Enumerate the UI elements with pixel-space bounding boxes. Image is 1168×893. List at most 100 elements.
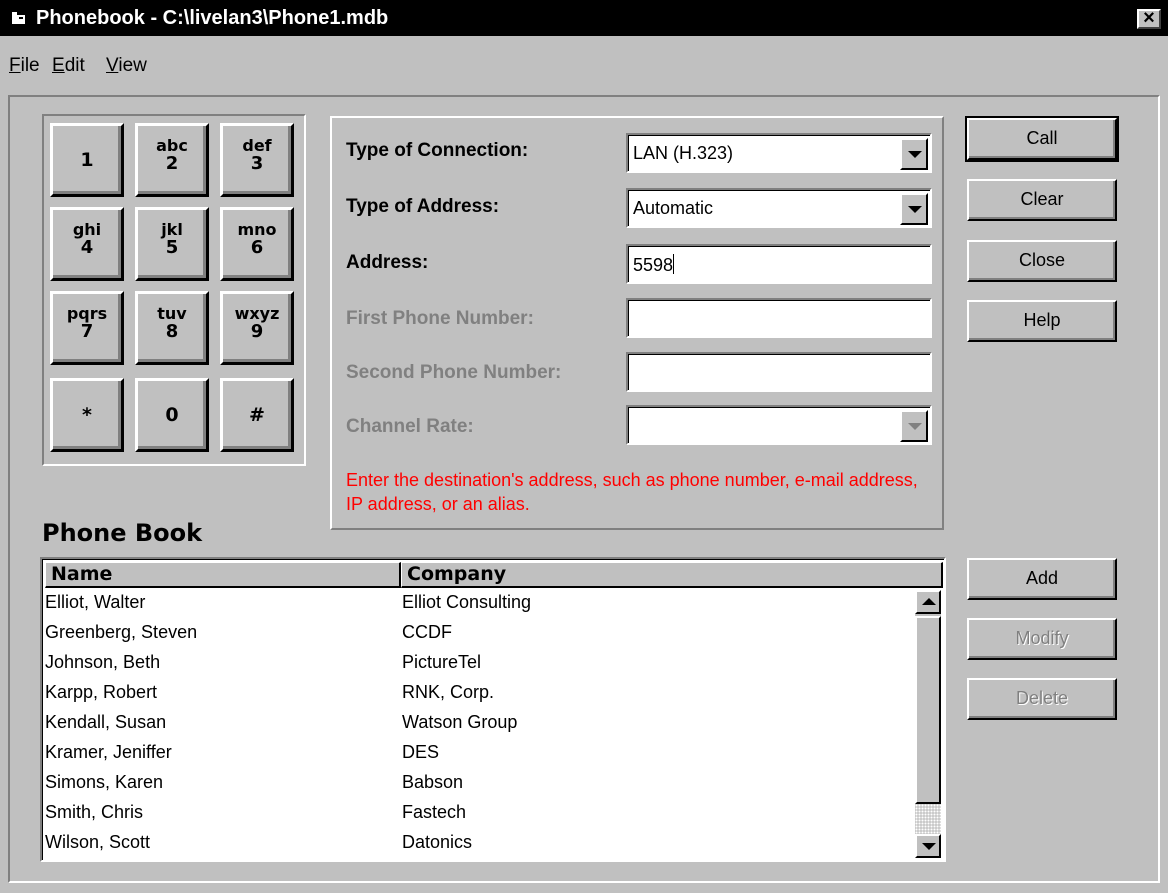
table-row[interactable]: Smith, Chris Fastech <box>45 799 915 826</box>
table-row[interactable]: Karpp, Robert RNK, Corp. <box>45 679 915 706</box>
key-digit: 0 <box>165 404 179 426</box>
table-row[interactable]: Wilson, Scott Datonics <box>45 829 915 856</box>
row-name: Johnson, Beth <box>45 652 161 672</box>
clear-label: Clear <box>1020 189 1064 209</box>
key-digit: 1 <box>80 149 94 171</box>
table-row[interactable]: Kramer, Jeniffer DES <box>45 739 915 766</box>
text-cursor <box>673 254 675 274</box>
table-row[interactable]: Greenberg, Steven CCDF <box>45 619 915 646</box>
row-company: Fastech <box>402 802 467 822</box>
key-digit: 8 <box>165 321 179 342</box>
key-digit: # <box>249 404 265 426</box>
add-button[interactable]: Add <box>967 558 1117 600</box>
row-company: DES <box>402 742 440 762</box>
scrollbar-thumb[interactable] <box>915 616 941 804</box>
list-header: Name Company <box>45 562 943 588</box>
type-of-address-label: Type of Address: <box>346 196 500 217</box>
row-name: Kramer, Jeniffer <box>45 742 172 762</box>
clear-button[interactable]: Clear <box>967 179 1117 221</box>
key-letters: pqrs <box>66 304 108 323</box>
title-bar[interactable]: Phonebook - C:\livelan3\Phone1.mdb × <box>0 0 1168 36</box>
channel-rate-label: Channel Rate: <box>346 416 474 437</box>
type-of-connection-select[interactable]: LAN (H.323) <box>626 133 932 173</box>
key-hash[interactable]: # <box>220 378 294 452</box>
column-header-name[interactable]: Name <box>45 562 401 588</box>
key-6[interactable]: mno 6 <box>220 207 294 281</box>
chevron-down-icon[interactable] <box>900 193 928 225</box>
row-name: Elliot, Walter <box>45 592 146 612</box>
key-digit: 3 <box>250 153 264 174</box>
key-letters: wxyz <box>234 304 280 323</box>
scrollbar-track[interactable] <box>915 804 941 834</box>
table-row[interactable]: Kendall, Susan Watson Group <box>45 709 915 736</box>
address-input[interactable]: 5598 <box>626 244 932 284</box>
call-button[interactable]: Call <box>965 116 1119 162</box>
row-company: Babson <box>402 772 464 792</box>
row-name: Simons, Karen <box>45 772 164 792</box>
second-phone-label: Second Phone Number: <box>346 362 562 383</box>
type-of-connection-label: Type of Connection: <box>346 140 529 161</box>
phonebook-list[interactable]: Name Company Elliot, Walter Elliot Consu… <box>40 557 946 862</box>
close-button[interactable]: Close <box>967 240 1117 282</box>
key-digit: 5 <box>165 237 179 258</box>
key-digit: 4 <box>80 237 94 258</box>
modify-button[interactable]: Modify <box>967 618 1117 660</box>
key-2[interactable]: abc 2 <box>135 123 209 197</box>
key-1[interactable]: 1 <box>50 123 124 197</box>
row-name: Smith, Chris <box>45 802 144 822</box>
table-row[interactable]: Simons, Karen Babson <box>45 769 915 796</box>
key-0[interactable]: 0 <box>135 378 209 452</box>
scroll-down-icon[interactable] <box>915 834 941 858</box>
table-row[interactable]: Johnson, Beth PictureTel <box>45 649 915 676</box>
list-scrollbar[interactable] <box>915 590 941 858</box>
key-letters: tuv <box>157 304 187 323</box>
row-company: Datonics <box>402 832 473 852</box>
key-digit: 2 <box>165 153 179 174</box>
key-letters: def <box>242 136 272 155</box>
address-label: Address: <box>346 252 429 273</box>
key-8[interactable]: tuv 8 <box>135 291 209 365</box>
row-name: Kendall, Susan <box>45 712 167 732</box>
close-icon[interactable]: × <box>1137 8 1161 29</box>
help-button[interactable]: Help <box>967 300 1117 342</box>
key-3[interactable]: def 3 <box>220 123 294 197</box>
address-hint: Enter the destination's address, such as… <box>346 470 918 514</box>
delete-button[interactable]: Delete <box>967 678 1117 720</box>
key-letters: jkl <box>161 220 183 239</box>
menu-file[interactable]: File <box>9 55 40 77</box>
address-text: 5598 <box>633 255 674 275</box>
row-company: PictureTel <box>402 652 482 672</box>
phone-app-icon <box>12 12 25 24</box>
phonebook-window: Phonebook - C:\livelan3\Phone1.mdb × Fil… <box>0 0 1168 893</box>
row-company: Watson Group <box>402 712 518 732</box>
row-company: RNK, Corp. <box>402 682 495 702</box>
menu-view[interactable]: View <box>106 55 147 77</box>
key-letters: mno <box>237 220 277 239</box>
second-phone-input[interactable] <box>626 352 932 392</box>
key-4[interactable]: ghi 4 <box>50 207 124 281</box>
key-9[interactable]: wxyz 9 <box>220 291 294 365</box>
address-value: 5598 <box>633 254 675 276</box>
chevron-down-icon[interactable] <box>900 410 928 442</box>
row-company: CCDF <box>402 622 452 642</box>
table-row[interactable]: Elliot, Walter Elliot Consulting <box>45 589 915 616</box>
menu-edit[interactable]: Edit <box>52 55 85 77</box>
channel-rate-select[interactable] <box>626 405 932 445</box>
key-letters: abc <box>156 136 188 155</box>
delete-label: Delete <box>1015 688 1069 708</box>
scroll-up-icon[interactable] <box>915 590 941 614</box>
key-letters: ghi <box>72 220 102 239</box>
key-5[interactable]: jkl 5 <box>135 207 209 281</box>
column-header-company[interactable]: Company <box>401 562 943 588</box>
key-7[interactable]: pqrs 7 <box>50 291 124 365</box>
chevron-down-icon[interactable] <box>900 138 928 170</box>
key-star[interactable]: * <box>50 378 124 452</box>
add-label: Add <box>1025 568 1059 588</box>
type-of-address-value: Automatic <box>633 198 714 218</box>
row-name: Greenberg, Steven <box>45 622 198 642</box>
row-name: Karpp, Robert <box>45 682 158 702</box>
key-digit: * <box>82 404 92 426</box>
modify-label: Modify <box>1015 628 1069 648</box>
type-of-address-select[interactable]: Automatic <box>626 188 932 228</box>
first-phone-input[interactable] <box>626 298 932 338</box>
